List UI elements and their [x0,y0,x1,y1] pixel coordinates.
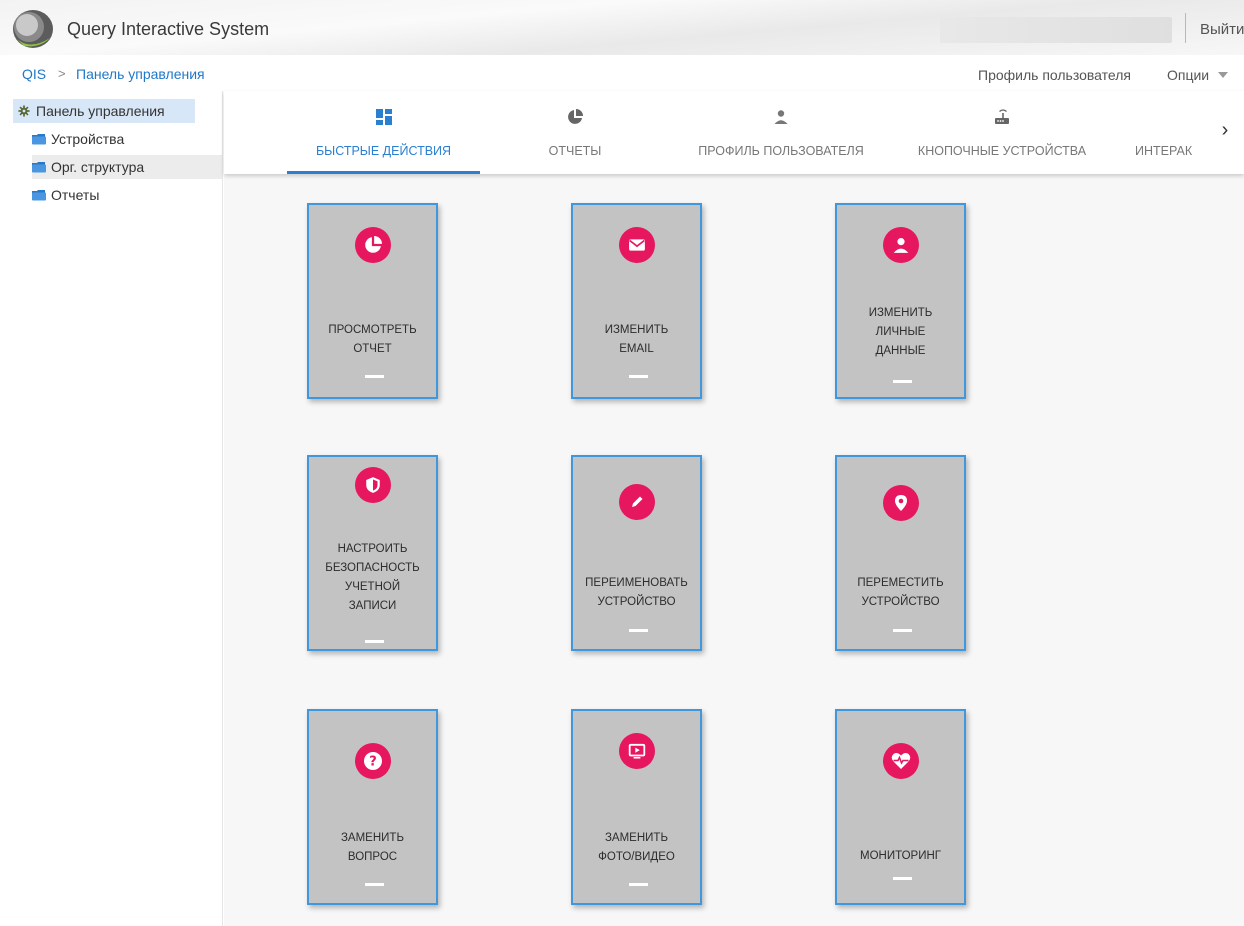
tile-label: НАСТРОИТЬ БЕЗОПАСНОСТЬ УЧЕТНОЙ ЗАПИСИ [325,543,420,612]
tab-quick-actions[interactable]: БЫСТРЫЕ ДЕЙСТВИЯ [287,91,480,174]
tile-change-email[interactable]: ИЗМЕНИТЬ EMAIL [571,203,702,399]
user-profile-link[interactable]: Профиль пользователя [978,67,1131,83]
folder-icon [32,190,46,201]
tile-dash [365,883,384,886]
tile-dash [893,877,912,880]
tree-item-label: Орг. структура [51,159,145,175]
tile-label: МОНИТОРИНГ [859,850,942,862]
location-pin-icon [882,485,919,521]
video-icon [618,733,655,769]
tree-item-label: Отчеты [51,187,100,203]
pie-chart-icon [354,227,391,263]
options-menu[interactable]: Опции [1167,67,1209,83]
tab-user-profile[interactable]: ПРОФИЛЬ ПОЛЬЗОВАТЕЛЯ [670,91,892,174]
svg-text:?: ? [369,755,377,770]
tile-dash [365,640,384,643]
main-content: БЫСТРЫЕ ДЕЙСТВИЯ ОТЧЕТЫ ПРОФИЛЬ ПОЛЬЗОВА… [224,91,1244,926]
tile-dash [629,375,648,378]
folder-icon [32,134,46,145]
tile-change-question[interactable]: ? ЗАМЕНИТЬ ВОПРОС [307,709,438,905]
tab-scroll-right-button[interactable]: › [1210,105,1240,155]
tab-reports[interactable]: ОТЧЕТЫ [480,91,670,174]
tab-button-devices[interactable]: КНОПОЧНЫЕ УСТРОЙСТВА [892,91,1112,174]
chevron-right-icon: › [1221,119,1229,141]
tab-bar: БЫСТРЫЕ ДЕЙСТВИЯ ОТЧЕТЫ ПРОФИЛЬ ПОЛЬЗОВА… [224,91,1244,174]
tile-dash [893,380,912,383]
breadcrumb-bar: QIS > Панель управления Профиль пользова… [0,55,1244,91]
sidebar-tree: Панель управления Устройства Орг. структ… [0,91,223,926]
tile-move-device[interactable]: ПЕРЕМЕСТИТЬ УСТРОЙСТВО [835,455,966,651]
user-icon [774,110,788,124]
logout-button[interactable]: Выйти [1200,21,1244,38]
breadcrumb-current[interactable]: Панель управления [76,66,205,82]
tile-label: ЗАМЕНИТЬ ВОПРОС [340,832,404,863]
tile-dash [893,629,912,632]
router-icon [995,109,1009,124]
pie-chart-icon [568,109,583,124]
tile-label: ИЗМЕНИТЬ EMAIL [604,324,669,355]
tile-label: ЗАМЕНИТЬ ФОТО/ВИДЕО [598,832,675,863]
user-icon [882,227,919,263]
tile-edit-personal-data[interactable]: ИЗМЕНИТЬ ЛИЧНЫЕ ДАННЫЕ [835,203,966,399]
tree-item-org-structure[interactable]: Орг. структура [32,155,222,179]
qis-logo [13,10,53,48]
gear-icon [18,105,30,117]
tab-label: КНОПОЧНЫЕ УСТРОЙСТВА [917,144,1087,158]
app-title: Query Interactive System [67,19,270,39]
tile-label: ИЗМЕНИТЬ ЛИЧНЫЕ ДАННЫЕ [868,307,933,357]
tab-label: ПРОФИЛЬ ПОЛЬЗОВАТЕЛЯ [698,144,864,158]
tab-label: ОТЧЕТЫ [548,144,602,158]
envelope-icon [618,227,655,263]
tile-view-report[interactable]: ПРОСМОТРЕТЬ ОТЧЕТ [307,203,438,399]
question-icon: ? [354,743,391,779]
tile-label: ПРОСМОТРЕТЬ ОТЧЕТ [328,324,417,355]
tile-monitoring[interactable]: МОНИТОРИНГ [835,709,966,905]
tile-change-photo-video[interactable]: ЗАМЕНИТЬ ФОТО/ВИДЕО [571,709,702,905]
breadcrumb-separator: > [58,66,66,81]
tile-account-security[interactable]: НАСТРОИТЬ БЕЗОПАСНОСТЬ УЧЕТНОЙ ЗАПИСИ [307,455,438,651]
caret-down-icon[interactable] [1218,72,1228,78]
tab-label: ИНТЕРАК [1135,144,1193,158]
shield-icon [354,467,391,503]
tile-dash [365,375,384,378]
tree-item-dashboard[interactable]: Панель управления [13,99,195,123]
tab-interactive[interactable]: ИНТЕРАК [1120,91,1205,174]
tile-rename-device[interactable]: ПЕРЕИМЕНОВАТЬ УСТРОЙСТВО [571,455,702,651]
user-info-redacted [940,17,1172,43]
tree-item-reports[interactable]: Отчеты [32,183,99,207]
pencil-icon [618,484,655,520]
tile-dash [629,629,648,632]
tile-dash [629,883,648,886]
active-tab-indicator [287,171,480,174]
dashboard-icon [375,109,392,125]
tree-item-label: Устройства [51,131,125,147]
tile-label: ПЕРЕМЕСТИТЬ УСТРОЙСТВО [857,577,944,608]
app-header: Query Interactive System Выйти [0,0,1244,55]
folder-icon [32,162,46,173]
heart-pulse-icon [882,743,919,779]
tile-label: ПЕРЕИМЕНОВАТЬ УСТРОЙСТВО [585,577,688,608]
header-divider [1185,13,1186,43]
tab-label: БЫСТРЫЕ ДЕЙСТВИЯ [315,144,452,158]
breadcrumb-root-link[interactable]: QIS [22,66,46,82]
tree-item-devices[interactable]: Устройства [32,127,124,151]
tree-item-label: Панель управления [36,103,165,119]
